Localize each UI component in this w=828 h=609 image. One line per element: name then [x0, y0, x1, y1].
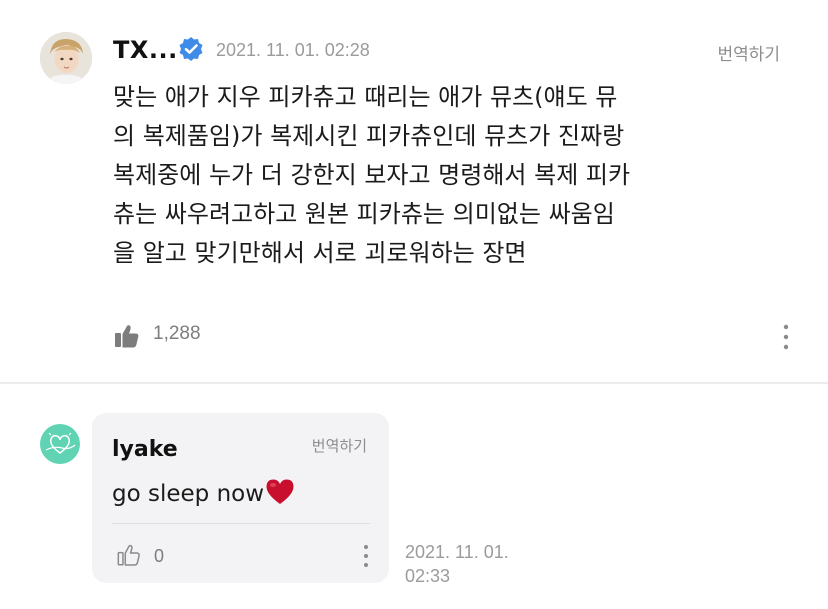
post-body-line: 맞는 애가 지우 피카츄고 때리는 애가 뮤츠(얘도 뮤: [113, 83, 618, 111]
heart-emoji-icon: [266, 479, 294, 504]
comment-author-name[interactable]: lyake: [112, 437, 178, 462]
post-timestamp: 2021. 11. 01. 02:28: [216, 40, 370, 60]
commenter-avatar[interactable]: [40, 424, 80, 464]
comment-like-count: 0: [154, 546, 165, 566]
comment-more-options-icon[interactable]: [358, 543, 374, 569]
comment-timestamp: 2021. 11. 01. 02:33: [405, 540, 545, 588]
verified-badge-icon: [179, 37, 203, 61]
post-more-options-icon[interactable]: [776, 322, 796, 352]
post-body-line: 의 복제품임)가 복제시킨 피카츄인데 뮤츠가 진짜랑: [113, 122, 625, 150]
comment-translate-button[interactable]: 번역하기: [312, 435, 367, 456]
author-avatar-image: [40, 32, 92, 84]
comment-text: go sleep now: [112, 477, 296, 507]
post-like-count: 1,288: [153, 323, 201, 344]
commenter-avatar-image: [40, 424, 80, 464]
comment-text-content: go sleep now: [112, 481, 265, 507]
comment-bubble: lyake 번역하기 go sleep now 0: [92, 413, 389, 583]
post-translate-button[interactable]: 번역하기: [717, 40, 780, 65]
section-divider: [0, 382, 828, 384]
thumbs-up-outline-icon[interactable]: [116, 542, 142, 568]
author-avatar[interactable]: [40, 32, 92, 84]
post-body-line: 복제중에 누가 더 강한지 보자고 명령해서 복제 피카: [113, 161, 631, 189]
thumbs-up-filled-icon[interactable]: [113, 322, 141, 350]
post-body-line: 츄는 싸우려고하고 원본 피카츄는 의미없는 싸움임: [113, 200, 615, 228]
post-author-name[interactable]: TX...: [113, 36, 178, 64]
post-card: TX... 2021. 11. 01. 02:28 번역하기 맞는 애가 지우 …: [0, 0, 828, 382]
comment-timestamp-time: 02:33: [405, 566, 451, 586]
post-body-line: 을 알고 맞기만해서 서로 괴로워하는 장면: [113, 239, 527, 267]
post-body: 맞는 애가 지우 피카츄고 때리는 애가 뮤츠(얘도 뮤 의 복제품임)가 복제…: [113, 78, 713, 273]
comment-divider: [112, 523, 370, 524]
comment-timestamp-date: 2021. 11. 01.: [405, 542, 509, 562]
